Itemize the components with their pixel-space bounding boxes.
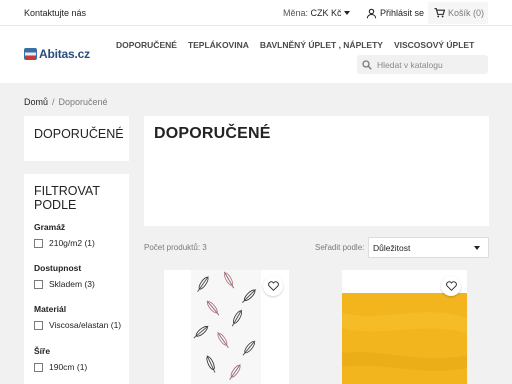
filter-option-label: 210g/m2 (1) (49, 238, 95, 248)
heart-icon (445, 281, 457, 291)
menu-item-teplakovina[interactable]: TEPLÁKOVINA (188, 40, 249, 50)
page-title: DOPORUČENÉ (154, 125, 271, 142)
filter-group-title: Šíře (34, 346, 51, 356)
filter-option-label: Skladem (3) (49, 279, 95, 289)
menu-item-viscosovy-uplet[interactable]: VISCOSOVÝ ÚPLET (394, 40, 474, 50)
caret-down-icon (474, 246, 480, 250)
checkbox[interactable] (34, 320, 43, 330)
filter-option-skladem[interactable]: Skladem (3) (34, 279, 95, 289)
menu-item-bavlneny-uplet[interactable]: BAVLNĚNÝ ÚPLET , NÁPLETY (260, 40, 383, 50)
category-block: DOPORUČENÉ (24, 116, 129, 161)
main-menu: DOPORUČENÉ TEPLÁKOVINA BAVLNĚNÝ ÚPLET , … (116, 40, 474, 50)
breadcrumb-separator: / (52, 97, 55, 107)
login-link[interactable]: Přihlásit se (366, 5, 424, 21)
filter-group-gramaz: Gramáž 210g/m2 (1) (34, 222, 95, 248)
filter-title: FILTROVAT PODLE (34, 184, 100, 212)
filter-option-210g[interactable]: 210g/m2 (1) (34, 238, 95, 248)
breadcrumb-home[interactable]: Domů (24, 97, 48, 107)
site-header: Abitas.cz DOPORUČENÉ TEPLÁKOVINA BAVLNĚN… (0, 26, 512, 83)
product-card[interactable] (164, 270, 289, 384)
filter-option-viscosa[interactable]: Viscosa/elastan (1) (34, 320, 121, 330)
product-count: Počet produktů: 3 (144, 243, 207, 252)
sort-dropdown[interactable]: Důležitost (368, 237, 489, 258)
caret-down-icon (343, 11, 350, 15)
currency-value: CZK Kč (310, 8, 342, 18)
product-image[interactable] (342, 293, 467, 384)
filter-group-title: Gramáž (34, 222, 66, 232)
checkbox[interactable] (34, 362, 43, 372)
sort-label: Seřadit podle: (315, 243, 365, 252)
menu-item-doporucene[interactable]: DOPORUČENÉ (116, 40, 177, 50)
search-input[interactable] (377, 59, 477, 70)
shopping-cart-icon (434, 8, 445, 18)
product-image[interactable] (191, 270, 261, 384)
breadcrumb-current: Doporučené (58, 97, 108, 107)
heart-icon (267, 281, 279, 291)
filter-group-material: Materiál Viscosa/elastan (1) (34, 304, 121, 330)
filter-group-dostupnost: Dostupnost Skladem (3) (34, 263, 95, 289)
checkbox[interactable] (34, 279, 43, 289)
filter-group-title: Materiál (34, 304, 67, 314)
yellow-fabric-image (342, 293, 467, 384)
wishlist-button[interactable] (263, 276, 283, 296)
filter-group-title: Dostupnost (34, 263, 82, 273)
cart-button[interactable]: Košík (0) (428, 2, 488, 24)
filter-option-label: Viscosa/elastan (1) (49, 320, 122, 330)
product-card[interactable] (342, 270, 467, 384)
login-label: Přihlásit se (380, 8, 425, 18)
top-bar: Kontaktujte nás Měna: CZK Kč Přihlásit s… (0, 0, 512, 26)
filter-panel: FILTROVAT PODLE Gramáž 210g/m2 (1) Dostu… (24, 174, 129, 384)
category-title[interactable]: DOPORUČENÉ (34, 127, 124, 141)
logo-text: Abitas.cz (39, 47, 90, 61)
currency-label: Měna: (283, 8, 309, 18)
cart-label: Košík (0) (448, 8, 485, 18)
breadcrumb: Domů / Doporučené (24, 97, 108, 107)
filter-option-label: 190cm (1) (49, 362, 88, 372)
user-icon (366, 8, 377, 18)
feather-pattern-image (191, 270, 261, 384)
currency-selector[interactable]: Měna: CZK Kč (283, 8, 350, 18)
site-logo[interactable]: Abitas.cz (24, 46, 90, 62)
contact-link[interactable]: Kontaktujte nás (24, 8, 86, 18)
checkbox[interactable] (34, 238, 43, 248)
search-box (357, 55, 488, 74)
logo-icon (24, 48, 37, 60)
search-icon[interactable] (362, 59, 372, 70)
sort-value: Důležitost (373, 242, 411, 253)
wishlist-button[interactable] (441, 276, 461, 296)
filter-group-sire: Šíře 190cm (1) (34, 346, 87, 372)
category-header: DOPORUČENÉ (144, 116, 489, 226)
filter-option-190cm[interactable]: 190cm (1) (34, 362, 87, 372)
